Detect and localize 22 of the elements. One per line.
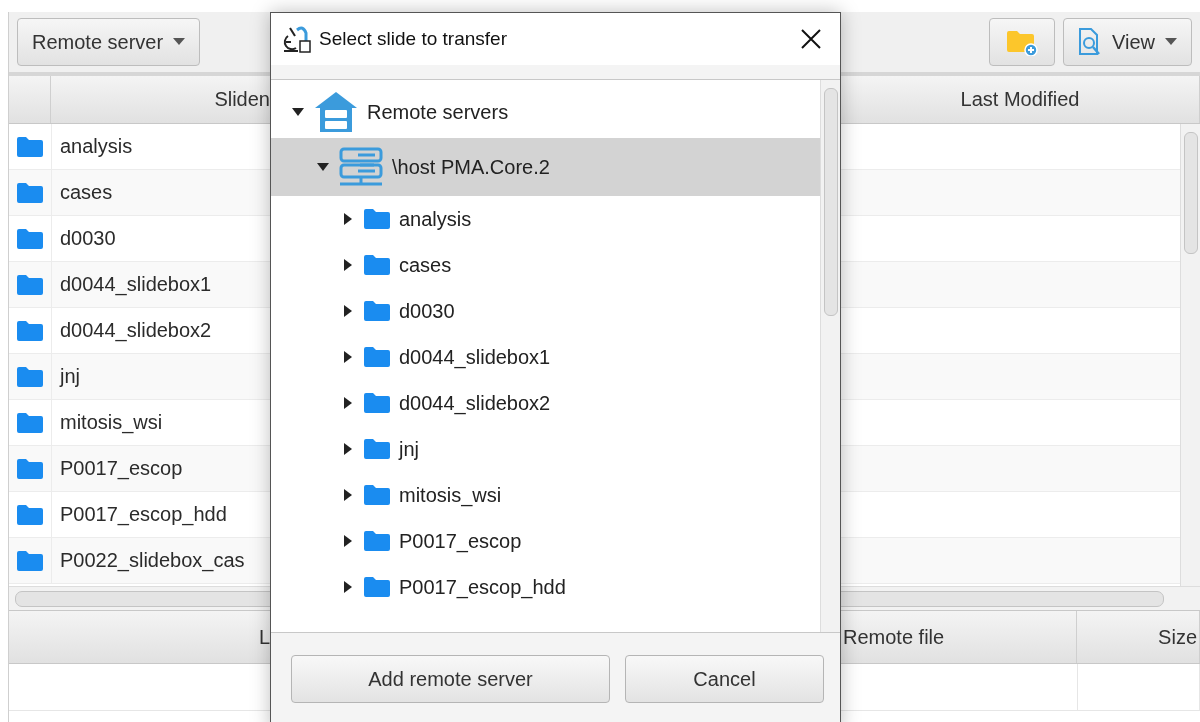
dialog-title: Select slide to transfer <box>319 28 508 50</box>
folder-name: d0030 <box>59 227 116 250</box>
tree-item-label: jnj <box>399 437 419 461</box>
folder-name: d0044_slidebox1 <box>59 273 212 296</box>
folder-name: P0022_slidebox_cas <box>59 549 245 572</box>
tree-item-label: P0017_escop_hdd <box>399 575 566 599</box>
folder-name: analysis <box>59 135 133 158</box>
folder-name: mitosis_wsi <box>59 411 163 434</box>
tree-item-label: d0044_slidebox2 <box>399 391 551 415</box>
tree-item-label: analysis <box>399 207 472 231</box>
tree-item-label: d0030 <box>399 299 455 323</box>
tree-item-label: d0044_slidebox1 <box>399 345 551 369</box>
folder-name: jnj <box>58 365 80 388</box>
folder-name: cases <box>59 181 113 204</box>
tree-item-label: mitosis_wsi <box>399 483 502 507</box>
folder-name: d0044_slidebox2 <box>59 319 212 342</box>
tree-item-label: Remote servers <box>367 100 509 124</box>
folder-name: P0017_escop <box>59 457 183 480</box>
tree-item-label: \host PMA.Core.2 <box>392 155 550 179</box>
tree-item-label: P0017_escop <box>399 529 522 553</box>
folder-name: P0017_escop_hdd <box>59 503 227 526</box>
tree-item-label: cases <box>399 253 452 277</box>
